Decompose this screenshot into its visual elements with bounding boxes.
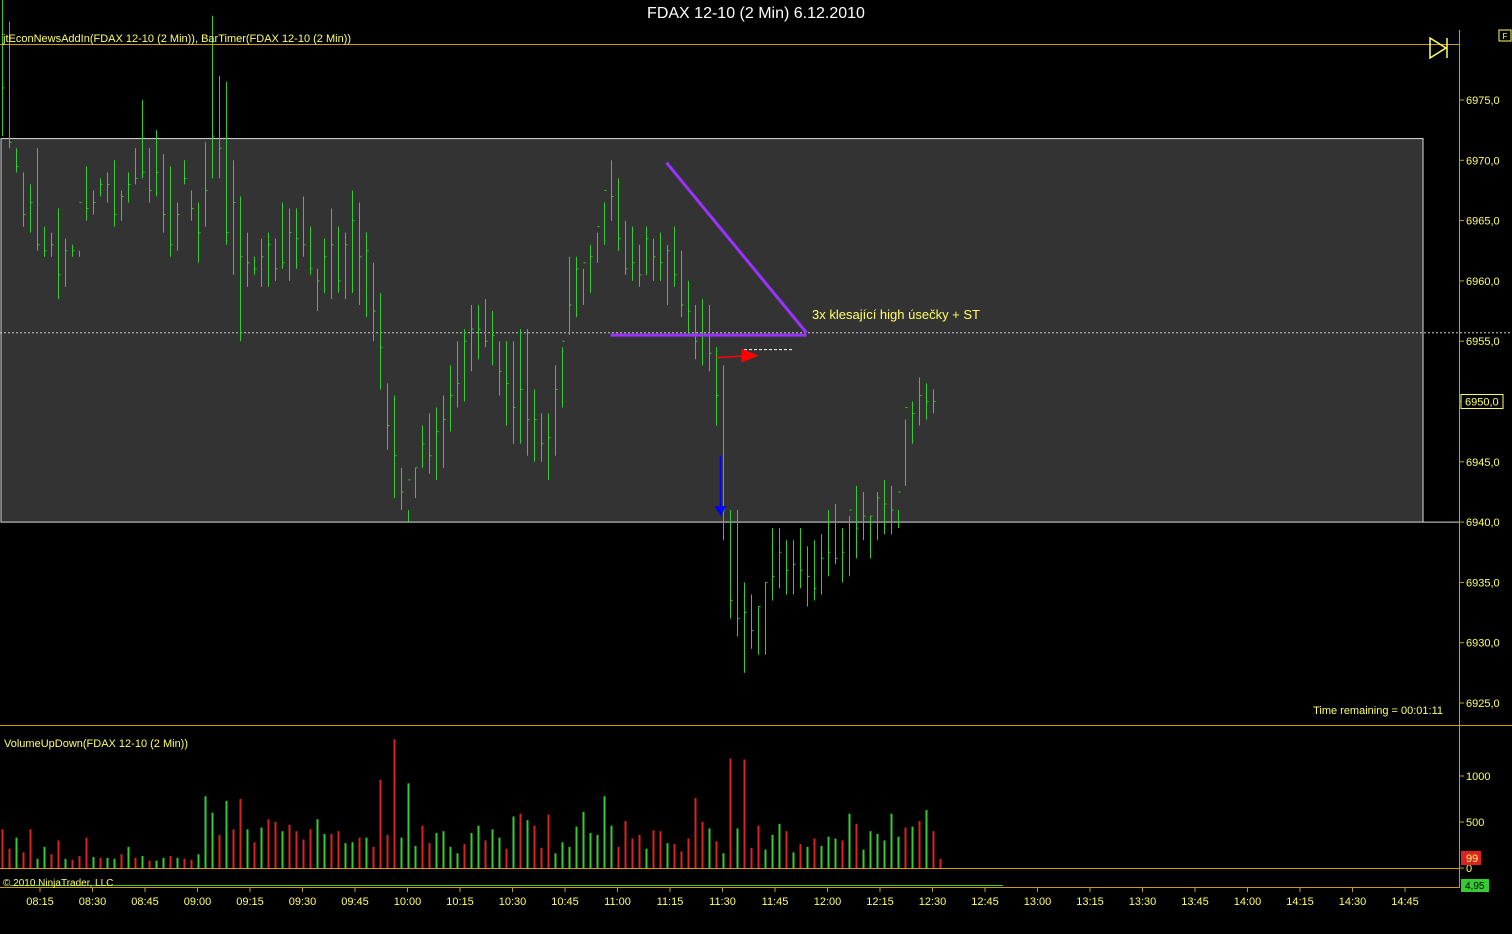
time-tick-label: 13:00 <box>1024 896 1052 908</box>
annotation-text: 3x klesající high úsečky + ST <box>812 307 980 322</box>
time-tick-label: 10:00 <box>394 896 422 908</box>
price-tick-label: 6960,0 <box>1466 276 1500 288</box>
volume-panel[interactable] <box>1 739 942 868</box>
time-tick-label: 09:00 <box>184 896 212 908</box>
time-tick-label: 13:45 <box>1181 896 1209 908</box>
time-remaining: Time remaining = 00:01:11 <box>1313 705 1443 717</box>
bottom-value-tag: 4,95 <box>1461 879 1489 892</box>
price-tick-label: 6930,0 <box>1466 638 1500 650</box>
price-indicator-label: jtEconNewsAddIn(FDAX 12-10 (2 Min)), Bar… <box>2 33 351 45</box>
volume-tick-label: 500 <box>1466 817 1484 829</box>
price-tick-label: 6935,0 <box>1466 577 1500 589</box>
time-tick-label: 11:45 <box>762 896 789 908</box>
volume-tick-label: 1000 <box>1466 771 1490 783</box>
price-tick-label: 6955,0 <box>1466 336 1500 348</box>
time-tick-label: 11:15 <box>657 896 684 908</box>
time-axis: 08:15 08:30 08:45 09:00 09:15 09:30 09:45 10:00… <box>26 888 1419 908</box>
time-tick-label: 10:15 <box>446 896 474 908</box>
time-tick-label: 12:00 <box>814 896 842 908</box>
price-tick-label: 6975,0 <box>1466 95 1500 107</box>
price-tick-label: 6945,0 <box>1466 457 1500 469</box>
price-tick-label: 6940,0 <box>1466 517 1500 529</box>
price-tick-label: 6925,0 <box>1466 698 1500 710</box>
last-price-label: 6950,0 <box>1465 397 1499 409</box>
volume-indicator-label: VolumeUpDown(FDAX 12-10 (2 Min)) <box>4 738 188 750</box>
time-tick-label: 08:45 <box>131 896 159 908</box>
range-zone <box>0 138 1424 523</box>
time-tick-label: 12:45 <box>971 896 999 908</box>
time-tick-label: 11:30 <box>709 896 736 908</box>
time-tick-label: 08:30 <box>79 896 107 908</box>
last-price-tag: 6950,0 <box>1460 394 1504 409</box>
time-tick-label: 14:45 <box>1391 896 1419 908</box>
time-tick-label: 13:30 <box>1129 896 1157 908</box>
time-tick-label: 10:45 <box>551 896 579 908</box>
last-volume-label: 99 <box>1466 853 1478 865</box>
price-tick-label: 6970,0 <box>1466 155 1500 167</box>
last-volume-tag: 99 <box>1461 851 1481 865</box>
price-tick-label: 6965,0 <box>1466 216 1500 228</box>
time-tick-label: 10:30 <box>499 896 527 908</box>
time-tick-label: 09:15 <box>236 896 264 908</box>
time-tick-label: 09:45 <box>341 896 369 908</box>
time-tick-label: 14:00 <box>1234 896 1262 908</box>
time-tick-label: 12:30 <box>919 896 947 908</box>
time-tick-label: 14:30 <box>1339 896 1367 908</box>
bottom-value-label: 4,95 <box>1465 881 1485 892</box>
f-button-label: F <box>1503 32 1508 41</box>
chart-area[interactable]: jtEconNewsAddIn(FDAX 12-10 (2 Min)), Bar… <box>0 0 1512 934</box>
f-button[interactable]: F <box>1498 29 1512 42</box>
time-tick-label: 09:30 <box>289 896 317 908</box>
copyright-label: © 2010 NinjaTrader, LLC <box>3 878 113 889</box>
time-tick-label: 13:15 <box>1076 896 1104 908</box>
time-tick-label: 14:15 <box>1286 896 1314 908</box>
time-tick-label: 11:00 <box>604 896 631 908</box>
time-tick-label: 12:15 <box>866 896 894 908</box>
time-tick-label: 08:15 <box>26 896 54 908</box>
